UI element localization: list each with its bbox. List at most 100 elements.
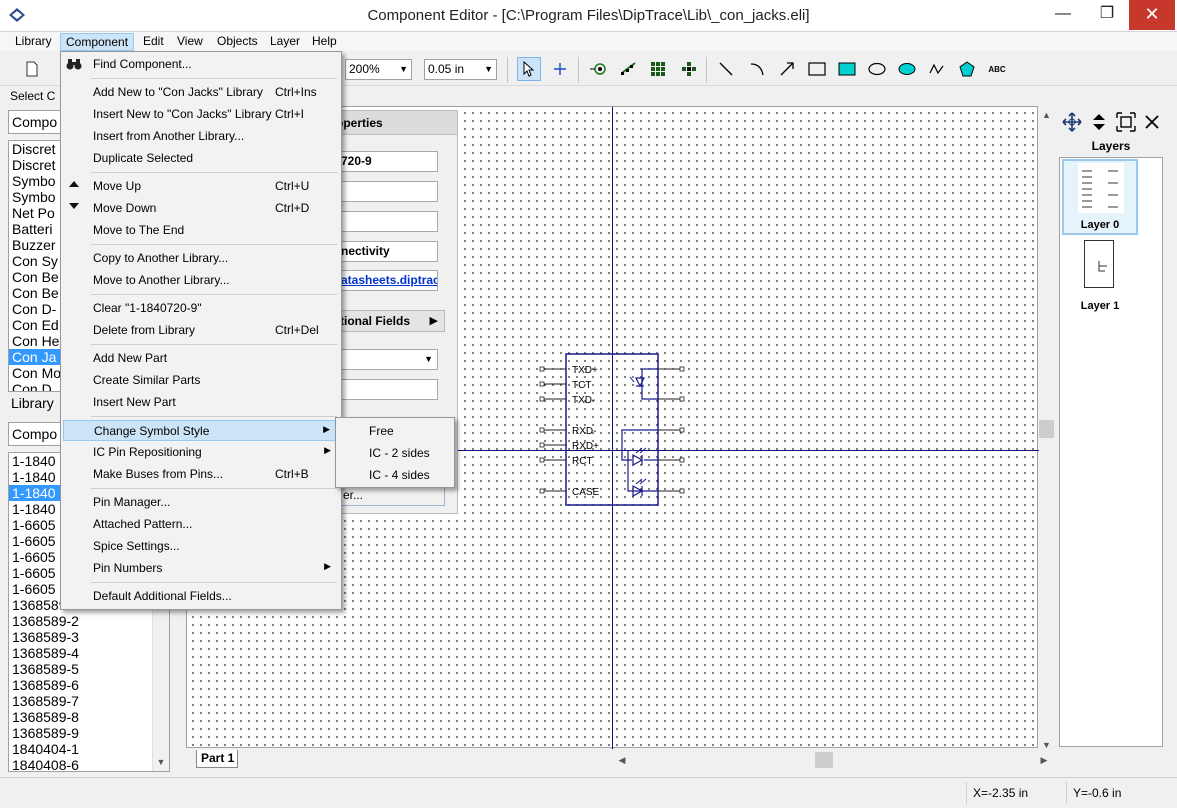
component-item[interactable]: 1368589-8 (9, 709, 169, 725)
submenu-item-label: Free (369, 424, 394, 438)
component-symbol[interactable]: TXD+ TCT TXD- RXD- RXD+ RCT CASE (532, 342, 692, 512)
menu-component[interactable]: Component (60, 33, 135, 51)
close-icon[interactable] (1141, 111, 1163, 133)
menu-item-move-up[interactable]: Move Up Ctrl+U (63, 176, 339, 197)
component-item[interactable]: 1368589-9 (9, 725, 169, 741)
ellipse-icon (868, 62, 886, 76)
submenu-item-ic-2-sides[interactable]: IC - 2 sides (338, 442, 452, 463)
place-pin-button[interactable] (586, 57, 610, 81)
properties-extra-field[interactable] (338, 379, 438, 400)
layers-list[interactable]: Layer 0 Layer 1 (1059, 157, 1163, 747)
menu-item-add-new-part[interactable]: Add New Part (63, 348, 339, 369)
menu-item-move-down[interactable]: Move Down Ctrl+D (63, 198, 339, 219)
tab-part-1[interactable]: Part 1 (196, 750, 238, 768)
draw-filled-rectangle-button[interactable] (835, 57, 859, 81)
menu-objects[interactable]: Objects (212, 33, 263, 51)
menu-item-clear-1-1840720-9[interactable]: Clear "1-1840720-9" (63, 298, 339, 319)
menu-view[interactable]: View (172, 33, 208, 51)
manufacturer-field[interactable]: nectivity (338, 241, 438, 262)
component-name-field[interactable]: 720-9 (338, 151, 438, 172)
scroll-down-icon[interactable]: ▼ (153, 754, 169, 771)
layer-item-0[interactable]: Layer 0 (1062, 159, 1138, 235)
place-matrix-button[interactable] (646, 57, 670, 81)
component-item[interactable]: 1368589-2 (9, 613, 169, 629)
additional-fields-label: tional Fields (340, 314, 411, 328)
scroll-down-icon[interactable]: ▼ (1039, 738, 1054, 752)
value-field[interactable] (338, 211, 438, 232)
maximize-button[interactable]: ❐ (1085, 0, 1129, 30)
menu-item-find-component[interactable]: Find Component... (63, 54, 339, 75)
menu-item-change-symbol-style[interactable]: Change Symbol Style ▶ (63, 420, 339, 441)
layer-item-1[interactable]: Layer 1 (1062, 238, 1138, 314)
scroll-thumb[interactable] (815, 752, 833, 768)
menu-library[interactable]: Library (10, 33, 57, 51)
menu-item-insert-new-to-con-jacks-library[interactable]: Insert New to "Con Jacks" Library Ctrl+I (63, 104, 339, 125)
filled-ellipse-icon (898, 63, 916, 75)
scroll-right-icon[interactable]: ▶ (1037, 752, 1051, 768)
menu-item-shortcut: Ctrl+Del (275, 323, 319, 337)
draw-arrow-button[interactable] (775, 57, 799, 81)
minimize-button[interactable]: — (1041, 0, 1085, 30)
menu-item-create-similar-parts[interactable]: Create Similar Parts (63, 370, 339, 391)
component-item[interactable]: 1368589-3 (9, 629, 169, 645)
place-pin-array-button[interactable] (616, 57, 640, 81)
pin-end (679, 366, 685, 372)
menu-item-attached-pattern[interactable]: Attached Pattern... (63, 514, 339, 535)
draw-polyline-button[interactable] (925, 57, 949, 81)
menu-layer[interactable]: Layer (265, 33, 305, 51)
fit-layer-icon[interactable] (1115, 111, 1137, 133)
draw-arc-button[interactable] (745, 57, 769, 81)
draw-ellipse-button[interactable] (865, 57, 889, 81)
menu-item-spice-settings[interactable]: Spice Settings... (63, 536, 339, 557)
move-all-icon[interactable] (1061, 111, 1083, 133)
additional-fields-button[interactable]: tional Fields ▶ (336, 310, 445, 332)
menu-item-copy-to-another-library[interactable]: Copy to Another Library... (63, 248, 339, 269)
scroll-up-icon[interactable]: ▲ (1039, 108, 1054, 122)
menu-item-add-new-to-con-jacks-library[interactable]: Add New to "Con Jacks" Library Ctrl+Ins (63, 82, 339, 103)
menu-item-duplicate-selected[interactable]: Duplicate Selected (63, 148, 339, 169)
draw-filled-ellipse-button[interactable] (895, 57, 919, 81)
horizontal-scrollbar[interactable]: ◀ ▶ (615, 752, 1051, 768)
menu-item-default-additional-fields[interactable]: Default Additional Fields... (63, 586, 339, 607)
draw-line-button[interactable] (714, 57, 738, 81)
scroll-thumb[interactable] (1039, 420, 1054, 438)
grid-size-select[interactable]: 0.05 in ▼ (424, 59, 497, 80)
menu-item-pin-manager[interactable]: Pin Manager... (63, 492, 339, 513)
component-item[interactable]: 1368589-7 (9, 693, 169, 709)
origin-tool-button[interactable] (548, 57, 572, 81)
scroll-left-icon[interactable]: ◀ (615, 752, 629, 768)
move-up-down-icon[interactable] (1088, 111, 1110, 133)
pin-end (539, 457, 545, 463)
menu-item-insert-from-another-library[interactable]: Insert from Another Library... (63, 126, 339, 147)
submenu-item-ic-4-sides[interactable]: IC - 4 sides (338, 464, 452, 485)
component-item[interactable]: 1368589-5 (9, 661, 169, 677)
component-item[interactable]: 1368589-6 (9, 677, 169, 693)
close-button[interactable]: ✕ (1129, 0, 1175, 30)
menu-item-insert-new-part[interactable]: Insert New Part (63, 392, 339, 413)
menu-item-pin-numbers[interactable]: Pin Numbers ▶ (63, 558, 339, 579)
menu-edit[interactable]: Edit (138, 33, 169, 51)
component-item[interactable]: 1840408-6 (9, 757, 169, 771)
menu-item-delete-from-library[interactable]: Delete from Library Ctrl+Del (63, 320, 339, 341)
submenu-item-free[interactable]: Free (338, 420, 452, 441)
menu-item-move-to-the-end[interactable]: Move to The End (63, 220, 339, 241)
menu-item-make-buses-from-pins[interactable]: Make Buses from Pins... Ctrl+B (63, 464, 339, 485)
datasheet-field[interactable]: atasheets.diptrac (338, 270, 438, 291)
component-item[interactable]: 1840404-1 (9, 741, 169, 757)
type-combo[interactable]: ▼ (338, 349, 438, 370)
zoom-select[interactable]: 200% ▼ (345, 59, 412, 80)
draw-polygon-button[interactable] (955, 57, 979, 81)
draw-rectangle-button[interactable] (805, 57, 829, 81)
vertical-scrollbar[interactable]: ▲ ▼ (1039, 108, 1055, 752)
place-cross-button[interactable] (677, 57, 701, 81)
new-document-button[interactable] (20, 57, 44, 81)
component-item[interactable]: 1368589-4 (9, 645, 169, 661)
menu-help[interactable]: Help (307, 33, 342, 51)
pin-end (679, 488, 685, 494)
place-text-button[interactable]: ABC (985, 57, 1009, 81)
pin-end (679, 427, 685, 433)
menu-item-ic-pin-repositioning[interactable]: IC Pin Repositioning ▶ (63, 442, 339, 463)
select-tool-button[interactable] (517, 57, 541, 81)
prefix-field[interactable] (338, 181, 438, 202)
menu-item-move-to-another-library[interactable]: Move to Another Library... (63, 270, 339, 291)
